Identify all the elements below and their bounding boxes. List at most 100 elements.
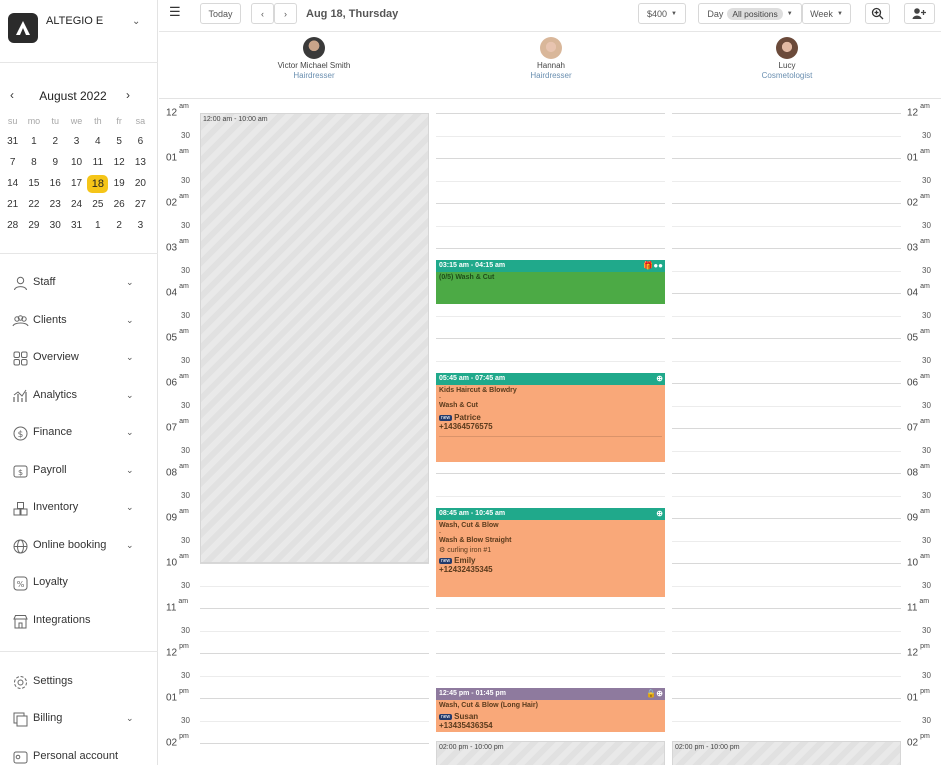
chevron-down-icon: ⌄ — [126, 277, 134, 287]
calendar-day[interactable]: 11 — [87, 154, 108, 172]
nav-staff[interactable]: Staff ⌄ — [0, 271, 158, 297]
staff-column-victor[interactable]: Victor Michael Smith Hairdresser — [224, 37, 404, 80]
nav-integrations[interactable]: Integrations — [0, 609, 158, 635]
calendar-day[interactable]: 2 — [108, 217, 129, 235]
calendar-day[interactable]: 20 — [130, 175, 151, 193]
today-button[interactable]: Today — [200, 3, 241, 24]
service-name: Wash, Cut & Blow (Long Hair) — [439, 702, 538, 709]
staff-column-lucy[interactable]: Lucy Cosmetologist — [697, 37, 877, 80]
calendar-day[interactable]: 22 — [23, 196, 44, 214]
calendar-day[interactable]: 3 — [130, 217, 151, 235]
appointment-card[interactable]: 08:45 am - 10:45 am ⊕ Wash, Cut & Blow -… — [436, 508, 665, 597]
next-month-button[interactable]: › — [126, 88, 130, 102]
calendar-day[interactable]: 13 — [130, 154, 151, 172]
appointment-card[interactable]: 05:45 am - 07:45 am ⊕ Kids Haircut & Blo… — [436, 373, 665, 462]
nav-payroll[interactable]: $ Payroll ⌄ — [0, 459, 158, 485]
calendar-day[interactable]: 1 — [23, 133, 44, 151]
calendar-day[interactable]: 9 — [45, 154, 66, 172]
appointment-card[interactable]: 03:15 am - 04:15 am 🎁●● (0/5) Wash & Cut — [436, 260, 665, 304]
appointment-card[interactable]: 12:45 pm - 01:45 pm 🔒⊕ Wash, Cut & Blow … — [436, 688, 665, 732]
mini-calendar: su mo tu we th fr sa 31 1 2 3 4 5 6 7 8 … — [2, 110, 155, 236]
nav-online-booking[interactable]: Online booking ⌄ — [0, 534, 158, 560]
day-view-label[interactable]: Day — [707, 9, 723, 19]
appointment-time-label: 12:45 pm - 01:45 pm — [439, 690, 506, 697]
positions-filter[interactable]: All positions — [727, 7, 783, 20]
next-day-button[interactable]: › — [274, 3, 297, 24]
calendar-day[interactable]: 16 — [45, 175, 66, 193]
calendar-week: 7 8 9 10 11 12 13 — [2, 152, 155, 173]
nav-inventory[interactable]: Inventory ⌄ — [0, 496, 158, 522]
prev-day-button[interactable]: ‹ — [251, 3, 274, 24]
prev-month-button[interactable]: ‹ — [10, 88, 14, 102]
calendar-day[interactable]: 19 — [108, 175, 129, 193]
calendar-day[interactable]: 6 — [130, 133, 151, 151]
calendar-day[interactable]: 10 — [66, 154, 87, 172]
service-name: Wash, Cut & Blow — [439, 522, 499, 529]
toolbar: ☰ Today ‹ › Aug 18, Thursday $400 ▼ Day A… — [159, 0, 941, 32]
nav-billing[interactable]: Billing ⌄ — [0, 707, 158, 733]
calendar-day[interactable]: 30 — [45, 217, 66, 235]
calendar-day-selected[interactable]: 18 — [87, 174, 109, 193]
calendar-day[interactable]: 2 — [45, 133, 66, 151]
calendar-day[interactable]: 31 — [66, 217, 87, 235]
client-phone: +12432435345 — [439, 565, 493, 574]
zoom-button[interactable] — [865, 3, 890, 24]
calendar-day[interactable]: 27 — [130, 196, 151, 214]
calendar-day[interactable]: 7 — [2, 154, 23, 172]
blocked-time-hannah[interactable]: 02:00 pm - 10:00 pm — [436, 741, 665, 765]
separator-dash: - — [439, 530, 441, 536]
week-view-button[interactable]: Week ▼ — [802, 3, 851, 24]
calendar-day[interactable]: 31 — [2, 133, 23, 151]
nav-personal-account[interactable]: Personal account — [0, 745, 158, 771]
calendar-day[interactable]: 3 — [66, 133, 87, 151]
chevron-down-icon: ⌄ — [126, 465, 134, 475]
calendar-day[interactable]: 26 — [108, 196, 129, 214]
weekday-label: th — [94, 115, 102, 126]
calendar-day[interactable]: 12 — [108, 154, 129, 172]
nav-loyalty[interactable]: % Loyalty — [0, 571, 158, 597]
calendar-day[interactable]: 1 — [87, 217, 108, 235]
nav-clients[interactable]: Clients ⌄ — [0, 309, 158, 335]
caret-down-icon: ▼ — [786, 10, 793, 17]
nav-label: Analytics — [33, 389, 78, 401]
svg-text:%: % — [17, 580, 25, 589]
account-icon — [13, 751, 28, 764]
calendar-day[interactable]: 24 — [66, 196, 87, 214]
staff-name: Hannah — [536, 61, 566, 70]
weekday-label: tu — [51, 115, 59, 126]
staff-column-hannah[interactable]: Hannah Hairdresser — [461, 37, 641, 80]
blocked-time-victor[interactable]: 12:00 am - 10:00 am — [200, 113, 429, 563]
calendar-day[interactable]: 29 — [23, 217, 44, 235]
calendar-day[interactable]: 17 — [66, 175, 87, 193]
staff-name: Victor Michael Smith — [277, 61, 351, 70]
nav-settings[interactable]: Settings — [0, 670, 158, 696]
zoom-in-icon — [871, 7, 884, 20]
nav-analytics[interactable]: Analytics ⌄ — [0, 384, 158, 410]
add-client-button[interactable] — [904, 3, 935, 24]
calendar-day[interactable]: 15 — [23, 175, 44, 193]
nav-label: Overview — [33, 351, 79, 363]
hamburger-menu-icon[interactable]: ☰ — [169, 4, 181, 20]
calendar-day[interactable]: 14 — [2, 175, 23, 193]
calendar-day[interactable]: 21 — [2, 196, 23, 214]
view-position-filter[interactable]: Day All positions ▼ — [698, 3, 802, 24]
blocked-time-lucy[interactable]: 02:00 pm - 10:00 pm — [672, 741, 901, 765]
nav-label: Settings — [33, 675, 73, 687]
divider — [0, 62, 158, 63]
store-icon — [13, 615, 28, 629]
revenue-dropdown[interactable]: $400 ▼ — [638, 3, 686, 24]
calendar-day[interactable]: 25 — [87, 196, 108, 214]
calendar-day[interactable]: 23 — [45, 196, 66, 214]
nav-finance[interactable]: $ Finance ⌄ — [0, 421, 158, 447]
calendar-day[interactable]: 4 — [87, 133, 108, 151]
brand-switcher[interactable]: ALTEGIO E ⌄ — [8, 13, 153, 45]
payroll-icon: $ — [13, 465, 28, 478]
staff-role: Hairdresser — [293, 71, 335, 80]
nav-overview[interactable]: Overview ⌄ — [0, 346, 158, 372]
calendar-day[interactable]: 5 — [108, 133, 129, 151]
calendar-day[interactable]: 28 — [2, 217, 23, 235]
calendar-day[interactable]: 8 — [23, 154, 44, 172]
chevron-down-icon: ⌄ — [126, 427, 134, 437]
weekday-row: su mo tu we th fr sa — [2, 110, 155, 131]
billing-icon — [13, 712, 28, 727]
